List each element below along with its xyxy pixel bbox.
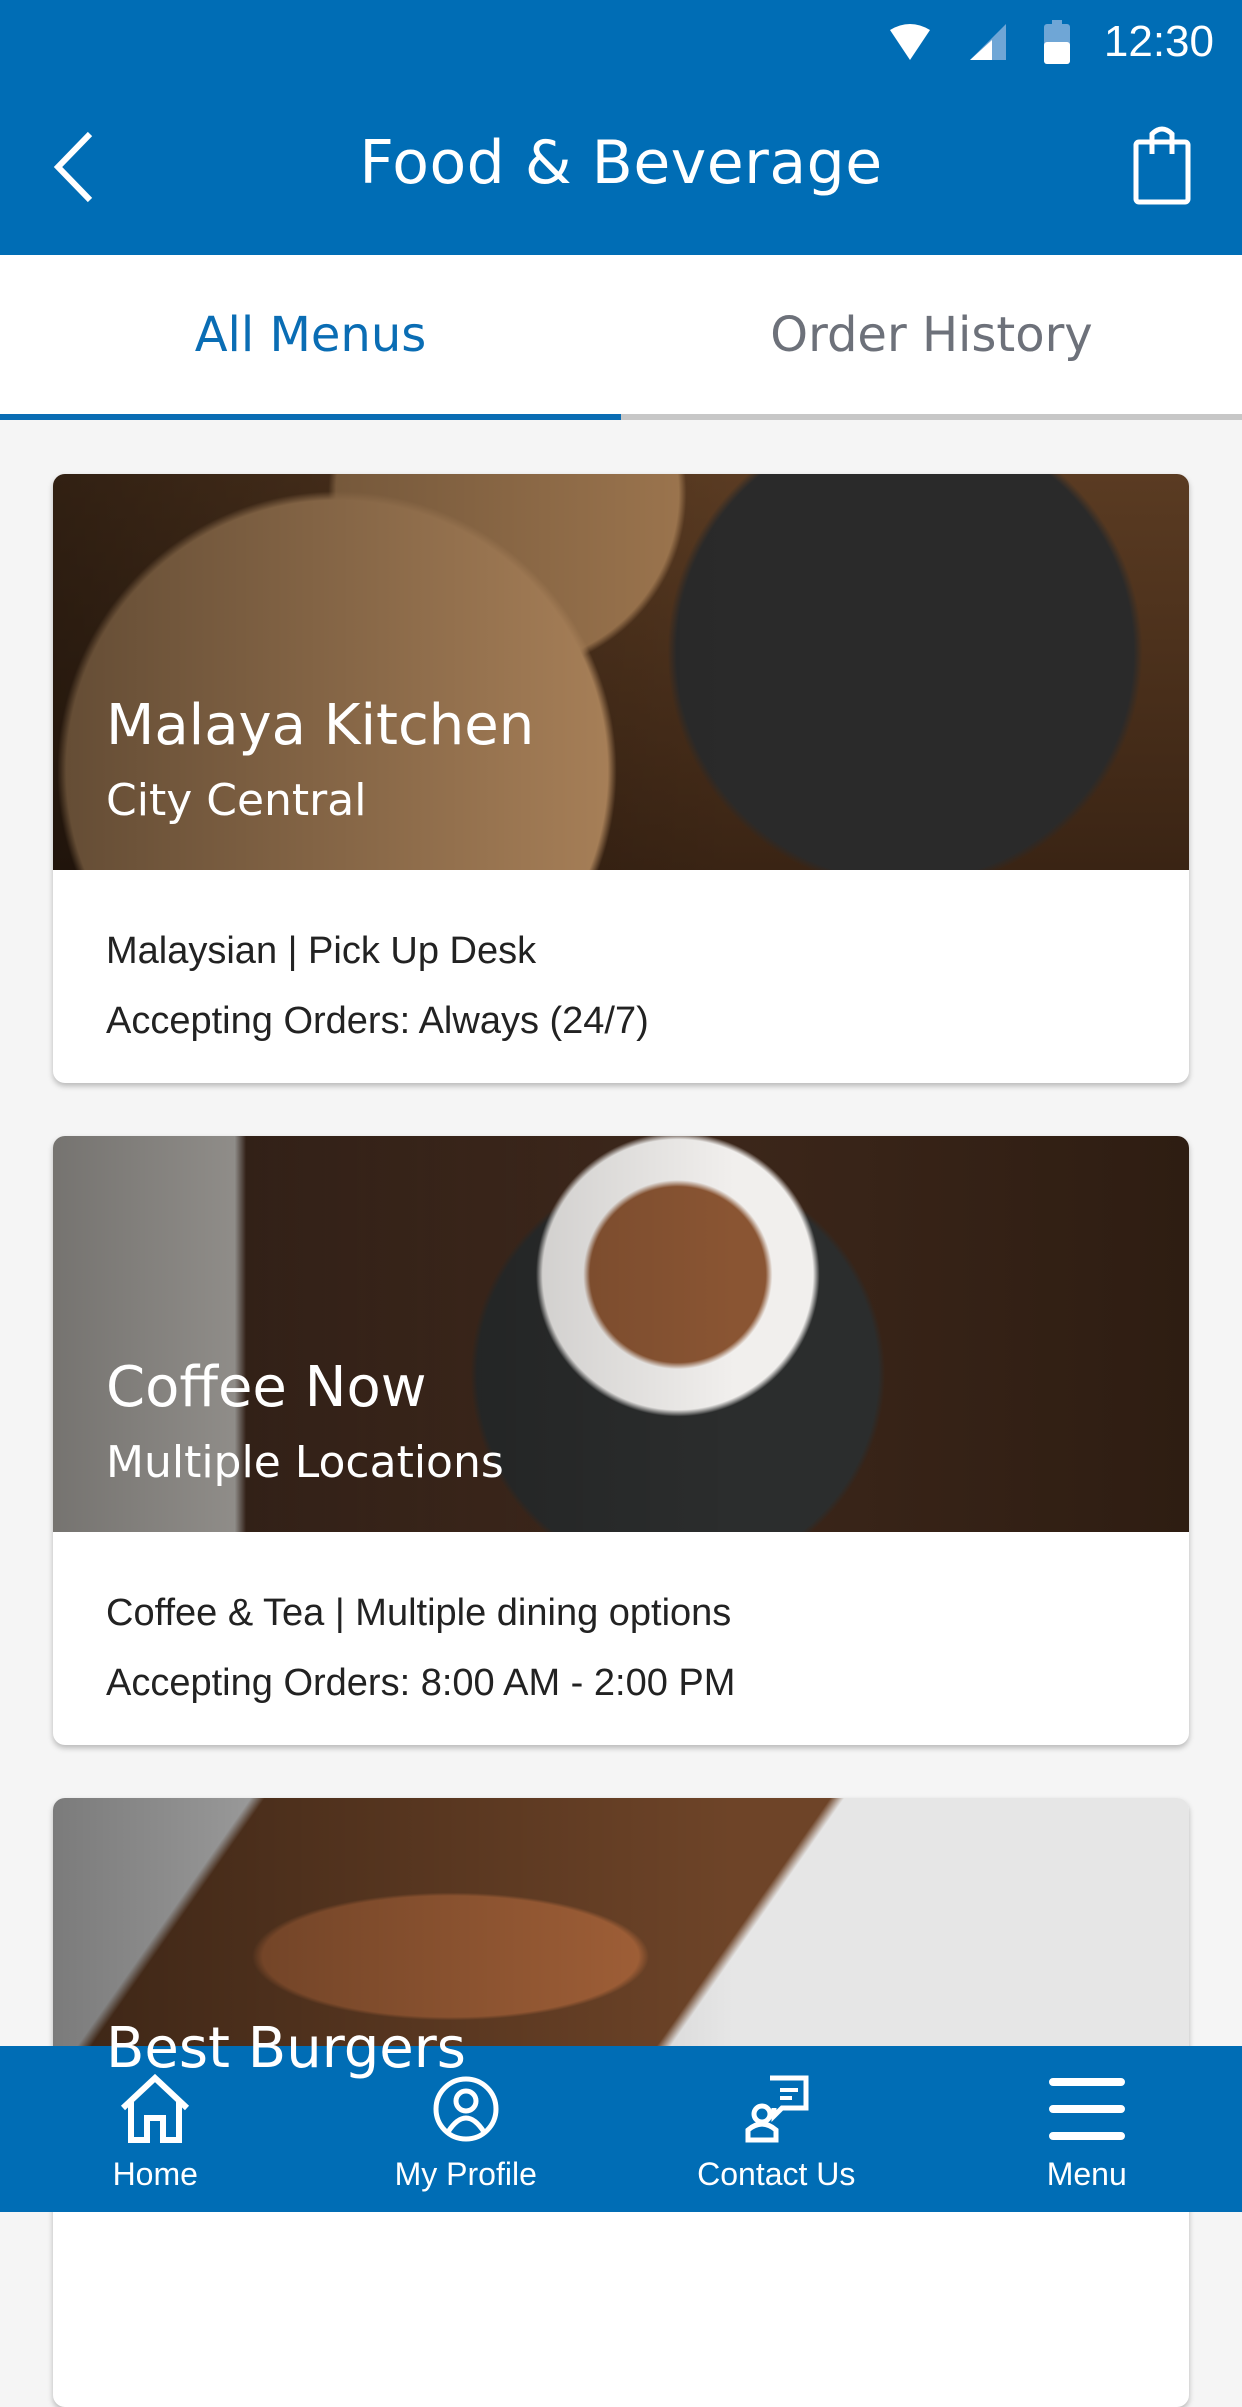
battery-icon: [1044, 20, 1070, 64]
restaurant-card[interactable]: Malaya Kitchen City Central Malaysian | …: [53, 474, 1189, 1083]
signal-icon: [966, 22, 1010, 62]
restaurant-hours: Accepting Orders: Always (24/7): [106, 986, 1136, 1056]
status-time: 12:30: [1104, 17, 1214, 67]
nav-contact-us[interactable]: Contact Us: [621, 2046, 932, 2212]
restaurant-name: Best Burgers: [106, 2016, 466, 2081]
restaurant-name: Coffee Now: [106, 1355, 427, 1420]
restaurant-details: Malaysian | Pick Up Desk: [106, 916, 1136, 986]
restaurant-image: Coffee Now Multiple Locations: [53, 1136, 1189, 1532]
restaurant-hours: Accepting Orders: 8:00 AM - 2:00 PM: [106, 1648, 1136, 1718]
header: 12:30 Food & Beverage: [0, 0, 1242, 255]
restaurant-name: Malaya Kitchen: [106, 693, 534, 758]
restaurant-card[interactable]: Coffee Now Multiple Locations Coffee & T…: [53, 1136, 1189, 1745]
contact-icon: [736, 2074, 816, 2144]
restaurant-image: Malaya Kitchen City Central: [53, 474, 1189, 870]
page-title: Food & Beverage: [0, 128, 1242, 198]
tab-order-history[interactable]: Order History: [621, 255, 1242, 420]
restaurant-details: Coffee & Tea | Multiple dining options: [106, 1578, 1136, 1648]
nav-menu[interactable]: Menu: [932, 2046, 1242, 2212]
profile-icon: [426, 2074, 506, 2144]
status-bar: 12:30: [888, 14, 1214, 70]
wifi-icon: [888, 22, 932, 62]
shopping-bag-icon[interactable]: [1132, 124, 1192, 206]
restaurant-location: Multiple Locations: [106, 1437, 504, 1488]
tab-all-menus[interactable]: All Menus: [0, 255, 621, 420]
home-icon: [115, 2074, 195, 2144]
hamburger-menu-icon: [1047, 2074, 1127, 2144]
restaurant-location: City Central: [106, 775, 366, 826]
tab-bar: All Menus Order History: [0, 255, 1242, 420]
